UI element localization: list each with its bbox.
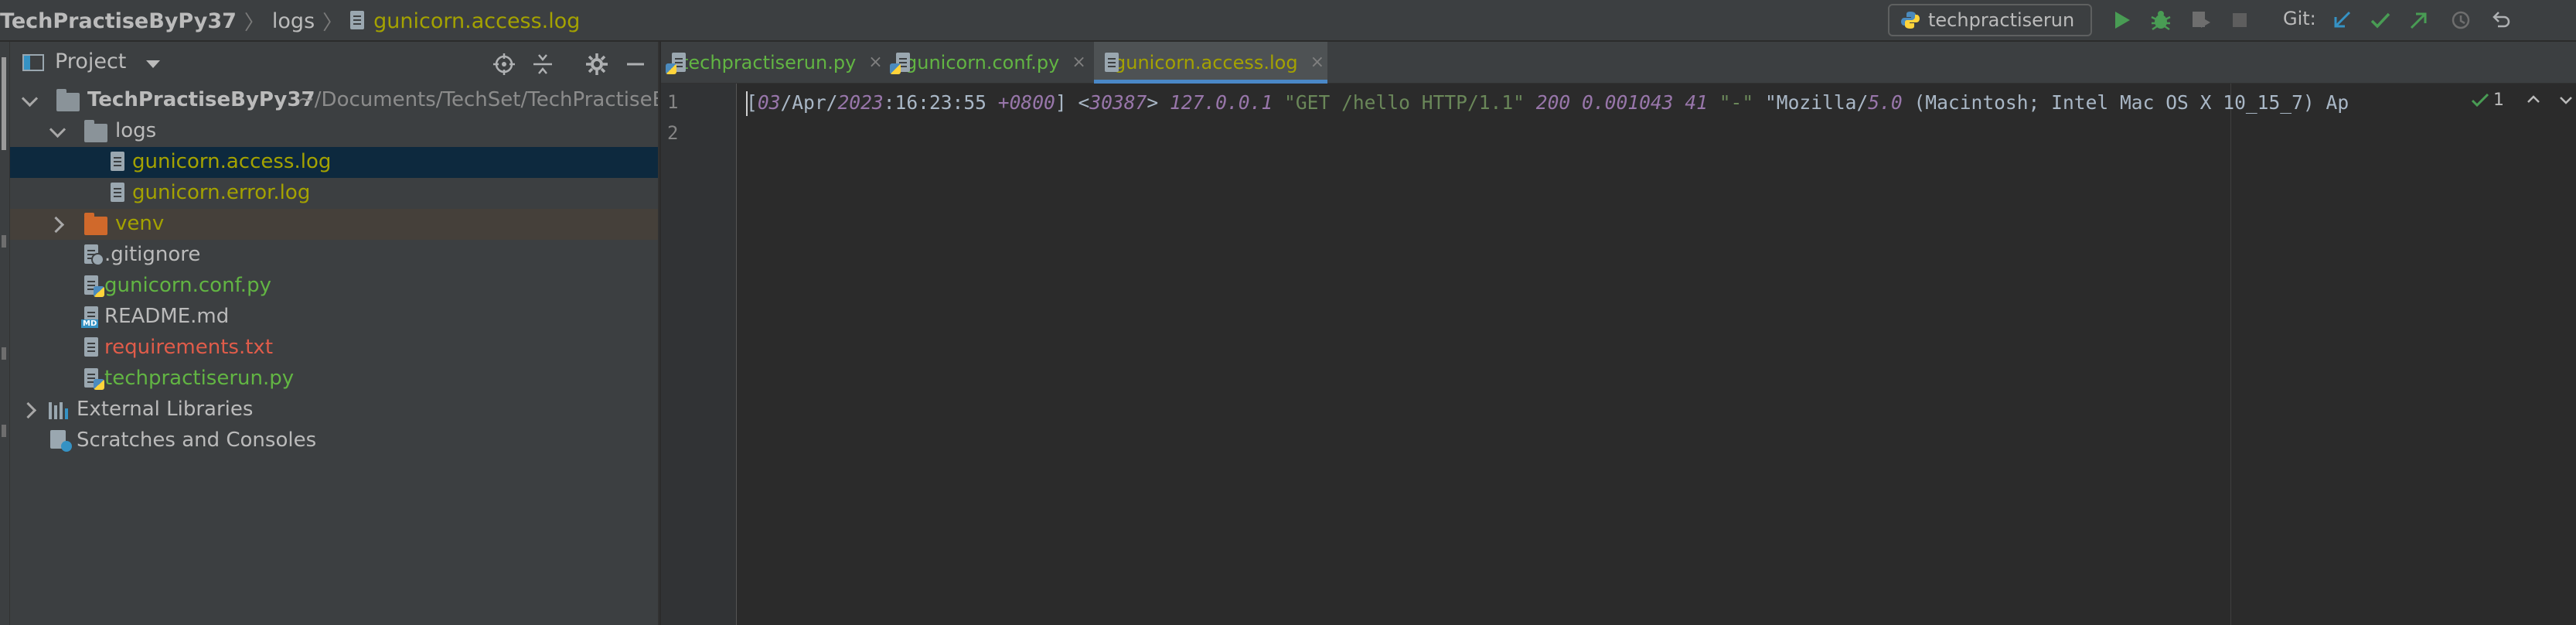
check-icon [2471,93,2489,108]
project-panel-title[interactable]: Project [55,50,126,73]
tab-gunicorn-access-log[interactable]: gunicorn.access.log × [1094,42,1327,84]
tree-item-label: README.md [104,305,230,328]
libraries-icon [49,401,70,419]
inspection-widget[interactable]: 1 [2470,87,2575,113]
locate-file-icon[interactable] [491,51,517,77]
git-push-icon[interactable] [2406,7,2432,33]
commit-tool-window-button[interactable] [2,347,6,360]
log-file-icon [350,11,366,31]
breadcrumb-folder[interactable]: logs [272,9,315,33]
chevron-right-icon[interactable] [47,216,65,234]
stop-icon[interactable] [2227,7,2253,33]
tree-item-label: requirements.txt [104,336,274,359]
tree-item-gunicorn-error-log[interactable]: gunicorn.error.log [10,178,658,209]
breadcrumb-project[interactable]: TechPractiseByPy37 [0,9,237,33]
project-tool-window: Project TechPractiseByPy37 ~/Documents/T… [10,42,659,625]
project-panel-header: Project [10,42,658,85]
code-line-1: [03/Apr/2023:16:23:55 +0800] <30387> 127… [746,91,2349,114]
markdown-file-icon: MD [81,306,100,328]
text-caret [746,91,748,116]
line-number: 2 [667,122,679,144]
chevron-right-icon[interactable] [19,401,37,419]
collapse-all-icon[interactable] [530,51,556,77]
editor-tab-bar: techpractiserun.py × gunicorn.conf.py × … [661,42,2576,84]
run-configuration-dropdown[interactable]: techpractiserun [1888,4,2092,60]
tree-item-external-libraries[interactable]: External Libraries [10,394,658,425]
debug-icon[interactable] [2148,7,2174,33]
tree-item-venv[interactable]: venv [10,209,658,240]
log-file-icon [111,183,126,203]
breadcrumb-separator-icon: 〉 [322,11,343,35]
favorites-tool-window-button[interactable] [2,425,6,437]
gear-icon[interactable] [584,51,610,77]
project-panel-icon [22,54,44,71]
breadcrumb: TechPractiseByPy37 〉 logs 〉 gunicorn.acc… [0,6,580,36]
tree-item-label: TechPractiseByPy37 [87,88,315,111]
python-file-icon [84,275,104,297]
coverage-icon[interactable] [2188,7,2214,33]
tree-item-techpractiserun-py[interactable]: techpractiserun.py [10,364,658,394]
python-icon [1901,12,1920,29]
navigation-bar: TechPractiseByPy37 〉 logs 〉 gunicorn.acc… [0,0,2576,60]
tree-item-label: gunicorn.error.log [132,181,311,204]
tree-item-label: .gitignore [104,243,201,266]
rollback-icon[interactable] [2488,7,2514,33]
tree-item-label: gunicorn.access.log [132,150,332,173]
structure-tool-window-button[interactable] [2,235,6,248]
tree-item-gunicorn-conf-py[interactable]: gunicorn.conf.py [10,271,658,302]
git-update-icon[interactable] [2329,7,2355,33]
chevron-down-icon[interactable] [49,121,66,138]
scratches-icon [50,430,72,452]
inspection-count: 1 [2493,90,2504,110]
close-icon[interactable]: × [1072,53,1085,72]
git-label: Git: [2283,8,2316,29]
tree-item-label: logs [115,119,157,142]
tree-item-label: gunicorn.conf.py [104,274,271,297]
line-number-gutter[interactable]: 1 2 [661,84,737,625]
code-text-area[interactable]: [03/Apr/2023:16:23:55 +0800] <30387> 127… [746,84,2576,625]
project-tool-window-button[interactable] [2,57,6,150]
line-number: 1 [667,91,679,113]
run-configuration-label: techpractiserun [1928,9,2075,31]
tree-item-label: venv [115,212,165,235]
breadcrumb-separator-icon: 〉 [244,11,264,35]
folder-icon [84,120,107,142]
tree-item-requirements-txt[interactable]: requirements.txt [10,333,658,364]
chevron-down-icon[interactable] [21,90,39,108]
breadcrumb-file[interactable]: gunicorn.access.log [373,9,580,33]
folder-icon [56,89,80,111]
editor-area: techpractiserun.py × gunicorn.conf.py × … [661,42,2576,625]
gitignore-file-icon [84,244,104,266]
log-file-icon [111,152,126,172]
hide-panel-icon[interactable] [622,51,649,77]
git-commit-icon[interactable] [2367,7,2394,33]
tree-item-scratches-and-consoles[interactable]: Scratches and Consoles [10,425,658,456]
left-tool-window-stripe [0,42,10,625]
text-file-icon [84,337,100,357]
tree-item-project-root[interactable]: TechPractiseByPy37 ~/Documents/TechSet/T… [10,85,658,116]
folder-icon [84,213,107,235]
tree-item-gunicorn-access-log[interactable]: gunicorn.access.log [10,147,658,178]
tree-item-readme-md[interactable]: MD README.md [10,302,658,333]
tree-item-label: Scratches and Consoles [77,429,317,452]
chevron-down-icon[interactable] [2557,91,2575,109]
tab-techpractiserun-py[interactable]: techpractiserun.py × [661,42,883,83]
tree-item-label: techpractiserun.py [104,367,295,390]
tree-item-label: External Libraries [77,398,254,421]
tab-label: gunicorn.access.log [1114,51,1298,73]
chevron-down-icon[interactable] [146,60,160,68]
tab-gunicorn-conf-py[interactable]: gunicorn.conf.py × [885,42,1089,83]
tree-item-path: ~/Documents/TechSet/TechPractiseBy [298,88,658,111]
close-icon[interactable]: × [1310,53,1324,72]
chevron-up-icon[interactable] [2524,91,2543,109]
tab-label: gunicorn.conf.py [905,51,1060,73]
tree-item-gitignore[interactable]: .gitignore [10,240,658,271]
tab-label: techpractiserun.py [681,51,857,73]
tree-item-logs[interactable]: logs [10,116,658,147]
run-icon[interactable] [2109,7,2135,33]
history-icon[interactable] [2448,7,2474,33]
python-file-icon [84,368,104,390]
close-icon[interactable]: × [868,53,882,72]
